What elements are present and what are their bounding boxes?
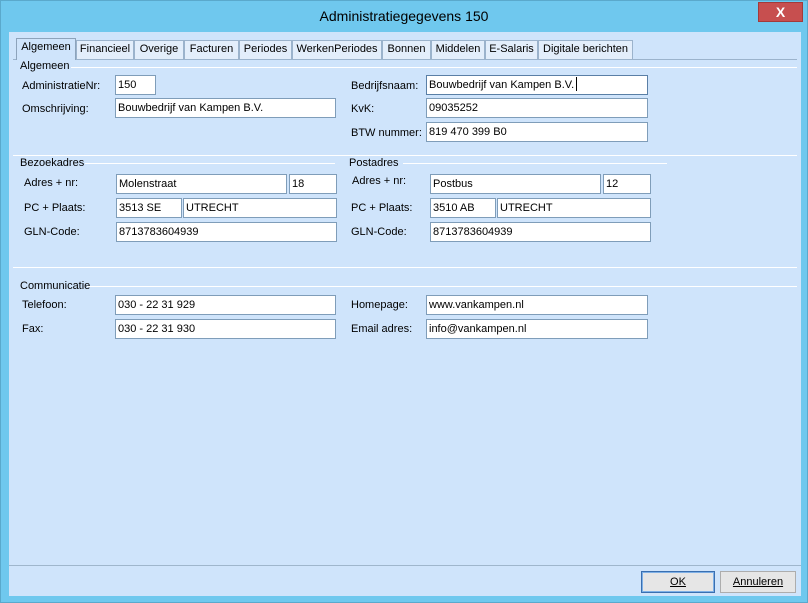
administratienr-label: AdministratieNr: (22, 80, 101, 92)
tab-facturen[interactable]: Facturen (184, 40, 239, 59)
kvk-field[interactable]: 09035252 (426, 98, 648, 118)
btw-label: BTW nummer: (351, 127, 422, 139)
post-adres-label: Adres + nr: (352, 175, 407, 187)
tab-werkenperiodes[interactable]: WerkenPeriodes (292, 40, 382, 59)
footer-divider (9, 565, 801, 566)
dialog-window: Administratiegegevens 150 X Algemeen Fin… (0, 0, 808, 603)
section-heading-bezoekadres: Bezoekadres (20, 157, 85, 169)
post-pc-label: PC + Plaats: (351, 202, 413, 214)
bezoek-plaats-field[interactable]: UTRECHT (183, 198, 337, 218)
ok-button[interactable]: OK (641, 571, 715, 593)
email-label: Email adres: (351, 323, 413, 335)
tab-periodes[interactable]: Periodes (239, 40, 292, 59)
telefoon-label: Telefoon: (22, 299, 67, 311)
bezoek-gln-label: GLN-Code: (24, 226, 80, 238)
omschrijving-label: Omschrijving: (22, 103, 89, 115)
post-straat-field[interactable]: Postbus (430, 174, 601, 194)
post-postcode-field[interactable]: 3510 AB (430, 198, 496, 218)
tab-panel-border (13, 59, 797, 60)
section-divider-algemeen (71, 67, 797, 68)
annuleren-button[interactable]: Annuleren (720, 571, 796, 593)
homepage-field[interactable]: www.vankampen.nl (426, 295, 648, 315)
tab-overige[interactable]: Overige (134, 40, 184, 59)
tab-financieel[interactable]: Financieel (76, 40, 134, 59)
tab-digitale-berichten[interactable]: Digitale berichten (538, 40, 633, 59)
text-caret (576, 77, 577, 91)
omschrijving-field[interactable]: Bouwbedrijf van Kampen B.V. (115, 98, 336, 118)
bezoek-huisnummer-field[interactable]: 18 (289, 174, 337, 194)
divider-bezoekadres (85, 163, 335, 164)
bezoek-postcode-field[interactable]: 3513 SE (116, 198, 182, 218)
post-gln-label: GLN-Code: (351, 226, 407, 238)
bezoek-gln-field[interactable]: 8713783604939 (116, 222, 337, 242)
post-plaats-field[interactable]: UTRECHT (497, 198, 651, 218)
window-title: Administratiegegevens 150 (319, 8, 489, 24)
tab-e-salaris[interactable]: E-Salaris (485, 40, 538, 59)
btw-field[interactable]: 819 470 399 B0 (426, 122, 648, 142)
section-heading-postadres: Postadres (349, 157, 399, 169)
section-divider-communicatie-top (13, 267, 797, 268)
section-divider-adres (13, 155, 797, 156)
fax-label: Fax: (22, 323, 44, 335)
post-huisnummer-field[interactable]: 12 (603, 174, 651, 194)
kvk-label: KvK: (351, 103, 375, 115)
bezoek-pc-label: PC + Plaats: (24, 202, 86, 214)
annuleren-button-label: Annuleren (732, 576, 784, 588)
telefoon-field[interactable]: 030 - 22 31 929 (115, 295, 336, 315)
close-button[interactable]: X (758, 2, 803, 22)
title-bar[interactable]: Administratiegegevens 150 X (1, 1, 807, 32)
bezoek-adres-label: Adres + nr: (24, 177, 79, 189)
section-heading-algemeen: Algemeen (20, 60, 70, 72)
tab-algemeen[interactable]: Algemeen (16, 38, 76, 60)
post-gln-field[interactable]: 8713783604939 (430, 222, 651, 242)
email-field[interactable]: info@vankampen.nl (426, 319, 648, 339)
tab-middelen[interactable]: Middelen (431, 40, 485, 59)
bedrijfsnaam-label: Bedrijfsnaam: (351, 80, 419, 92)
section-heading-communicatie: Communicatie (20, 280, 91, 292)
administratienr-field[interactable]: 150 (115, 75, 156, 95)
ok-button-label: OK (670, 576, 686, 588)
bedrijfsnaam-field[interactable]: Bouwbedrijf van Kampen B.V. (426, 75, 648, 95)
divider-postadres (403, 163, 667, 164)
homepage-label: Homepage: (351, 299, 408, 311)
section-divider-communicatie (87, 286, 797, 287)
tab-bonnen[interactable]: Bonnen (382, 40, 431, 59)
fax-field[interactable]: 030 - 22 31 930 (115, 319, 336, 339)
close-icon: X (775, 4, 786, 20)
bezoek-straat-field[interactable]: Molenstraat (116, 174, 287, 194)
